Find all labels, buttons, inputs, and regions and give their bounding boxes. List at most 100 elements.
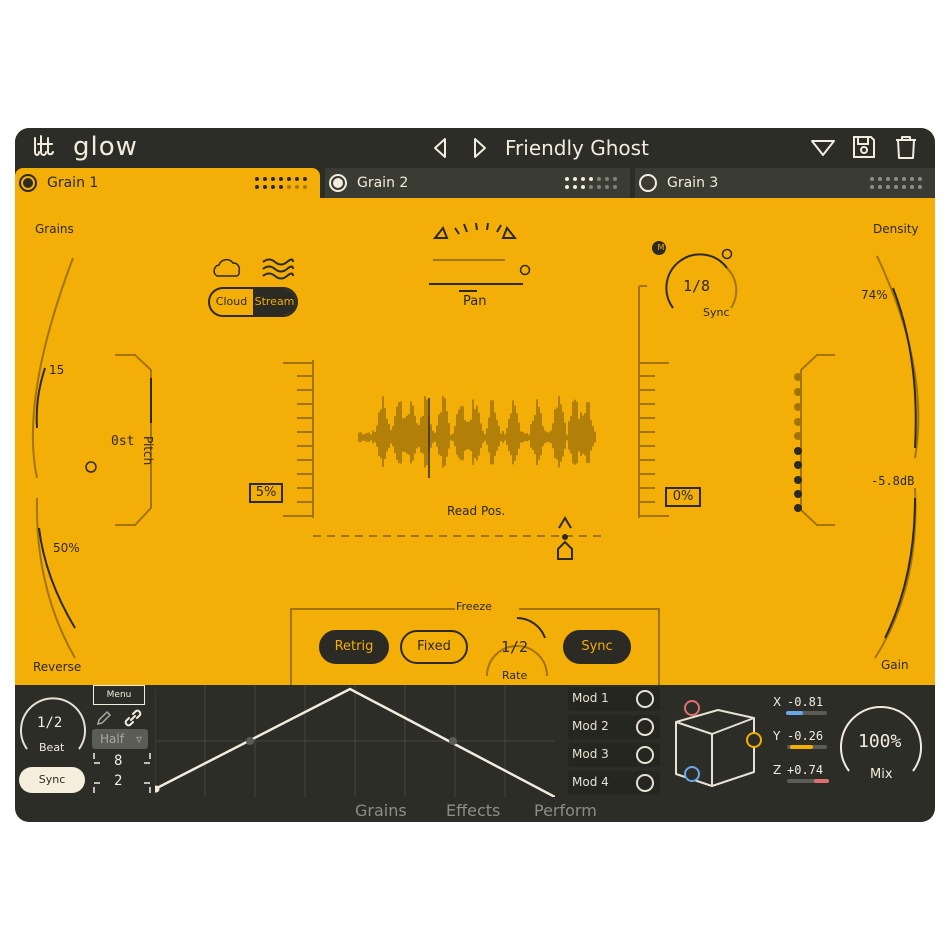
tab-label: Grain 1 [47,175,99,191]
top-bar: glow Friendly Ghost [15,128,935,168]
prev-preset-button[interactable] [428,136,452,160]
mix-value[interactable]: 100% [858,731,901,752]
mod-3-radio[interactable] [636,746,654,764]
mod-label: Mod 1 [572,691,609,705]
app-window: glow Friendly Ghost Grain 1 Grain 2 Grai… [15,128,935,822]
fixed-button[interactable]: Fixed [400,630,468,664]
grain-2-radio[interactable] [329,174,347,192]
sync-handle [721,248,733,260]
beat-label: Beat [39,741,65,754]
mod-4-radio[interactable] [636,774,654,792]
freeze-sync-button[interactable]: Sync [563,630,631,664]
beat-sync-button[interactable]: Sync [19,767,85,793]
gain-value[interactable]: -5.8dB [871,474,914,488]
lfo-shape-editor[interactable] [155,685,555,797]
pan-handle [519,264,531,276]
mod-slot-4[interactable]: Mod 4 [568,771,660,795]
xyz-cube-icon[interactable] [670,690,770,792]
half-select[interactable]: Half ▿ [92,729,148,749]
pitch-label: Pitch [141,436,155,466]
stream-icon [262,258,294,280]
cube-y-handle [746,732,762,748]
grain-tabs: Grain 1 Grain 2 Grain 3 [15,168,935,198]
link-icon[interactable] [123,709,143,727]
app-name: glow [73,132,138,162]
steps-top-value[interactable]: 8 [114,753,122,769]
read-pos-handle-icon [557,516,573,560]
cloud-option[interactable]: Cloud [210,289,253,315]
steps-stepper[interactable]: 8 2 [92,751,152,795]
cloud-icon [213,259,241,277]
left-box-value[interactable]: 5% [249,483,283,503]
trash-icon[interactable] [893,134,919,160]
bottom-nav: Grains Effects Perform [15,801,935,822]
steps-bottom-value[interactable]: 2 [114,773,122,789]
tab-perform[interactable]: Perform [534,801,597,820]
pitch-center-handle [85,461,97,473]
grain-1-radio[interactable] [19,174,37,192]
pitch-value[interactable]: 0st [111,434,134,449]
y-axis-bar[interactable] [787,745,827,749]
grain-3-radio[interactable] [639,174,657,192]
gain-bracket [800,354,835,526]
freeze-rate-label: Rate [502,669,528,682]
save-icon[interactable] [851,134,877,160]
mod-slot-1[interactable]: Mod 1 [568,687,660,711]
logo-icon [34,135,54,156]
m-badge-label[interactable]: M [655,243,667,252]
preset-dropdown-icon[interactable] [810,137,836,159]
gain-arc [874,487,917,659]
tab-grains[interactable]: Grains [355,801,407,820]
grains-value[interactable]: 15 [49,363,64,377]
cube-z-handle [684,700,700,716]
density-value[interactable]: 74% [861,288,888,302]
y-axis-label: Y [773,729,781,743]
tab-grain-2[interactable]: Grain 2 [325,168,630,198]
mod-2-radio[interactable] [636,718,654,736]
gain-label: Gain [881,658,909,672]
preset-name[interactable]: Friendly Ghost [505,136,649,160]
freeze-rate-value[interactable]: 1/2 [501,638,528,656]
half-select-label: Half [100,732,124,746]
left-ruler [283,360,314,518]
sync-rate-value[interactable]: 1/8 [683,277,710,295]
y-axis-control[interactable]: Y -0.26 [773,727,833,753]
mod-slot-3[interactable]: Mod 3 [568,743,660,767]
pencil-icon[interactable] [95,709,113,727]
z-axis-control[interactable]: Z +0.74 [773,761,833,787]
tab-grain-3[interactable]: Grain 3 [635,168,935,198]
mod-1-radio[interactable] [636,690,654,708]
x-axis-bar[interactable] [786,711,827,715]
waveform-display [358,396,596,468]
z-axis-value[interactable]: +0.74 [787,763,823,777]
mix-label: Mix [870,767,893,782]
stream-option[interactable]: Stream [253,289,296,315]
pan-label: Pan [463,294,487,309]
mod-label: Mod 2 [572,719,609,733]
mod-label: Mod 3 [572,747,609,761]
z-axis-bar[interactable] [787,779,829,783]
mod-slot-2[interactable]: Mod 2 [568,715,660,739]
beat-value[interactable]: 1/2 [37,715,62,731]
chevron-down-icon: ▿ [135,732,142,746]
menu-button[interactable]: Menu [93,685,145,705]
x-axis-control[interactable]: X -0.81 [773,693,833,719]
pan-meter [429,222,523,292]
cube-x-handle [684,766,700,782]
next-preset-button[interactable] [468,136,492,160]
retrig-button[interactable]: Retrig [319,630,389,664]
mod-label: Mod 4 [572,775,609,789]
right-box-value[interactable]: 0% [665,487,701,507]
y-axis-value[interactable]: -0.26 [787,729,823,743]
tab-effects[interactable]: Effects [446,801,500,820]
x-axis-value[interactable]: -0.81 [787,695,823,709]
density-arc-active [892,287,917,449]
x-axis-label: X [773,695,782,709]
reverse-label: Reverse [33,660,82,674]
cloud-stream-toggle[interactable]: Cloud Stream [208,287,298,317]
sync-rate-label: Sync [703,306,730,319]
tab-grain-1[interactable]: Grain 1 [15,168,320,198]
reverse-value[interactable]: 50% [53,541,80,555]
z-axis-label: Z [773,763,782,777]
y-axis-fill [790,745,813,749]
